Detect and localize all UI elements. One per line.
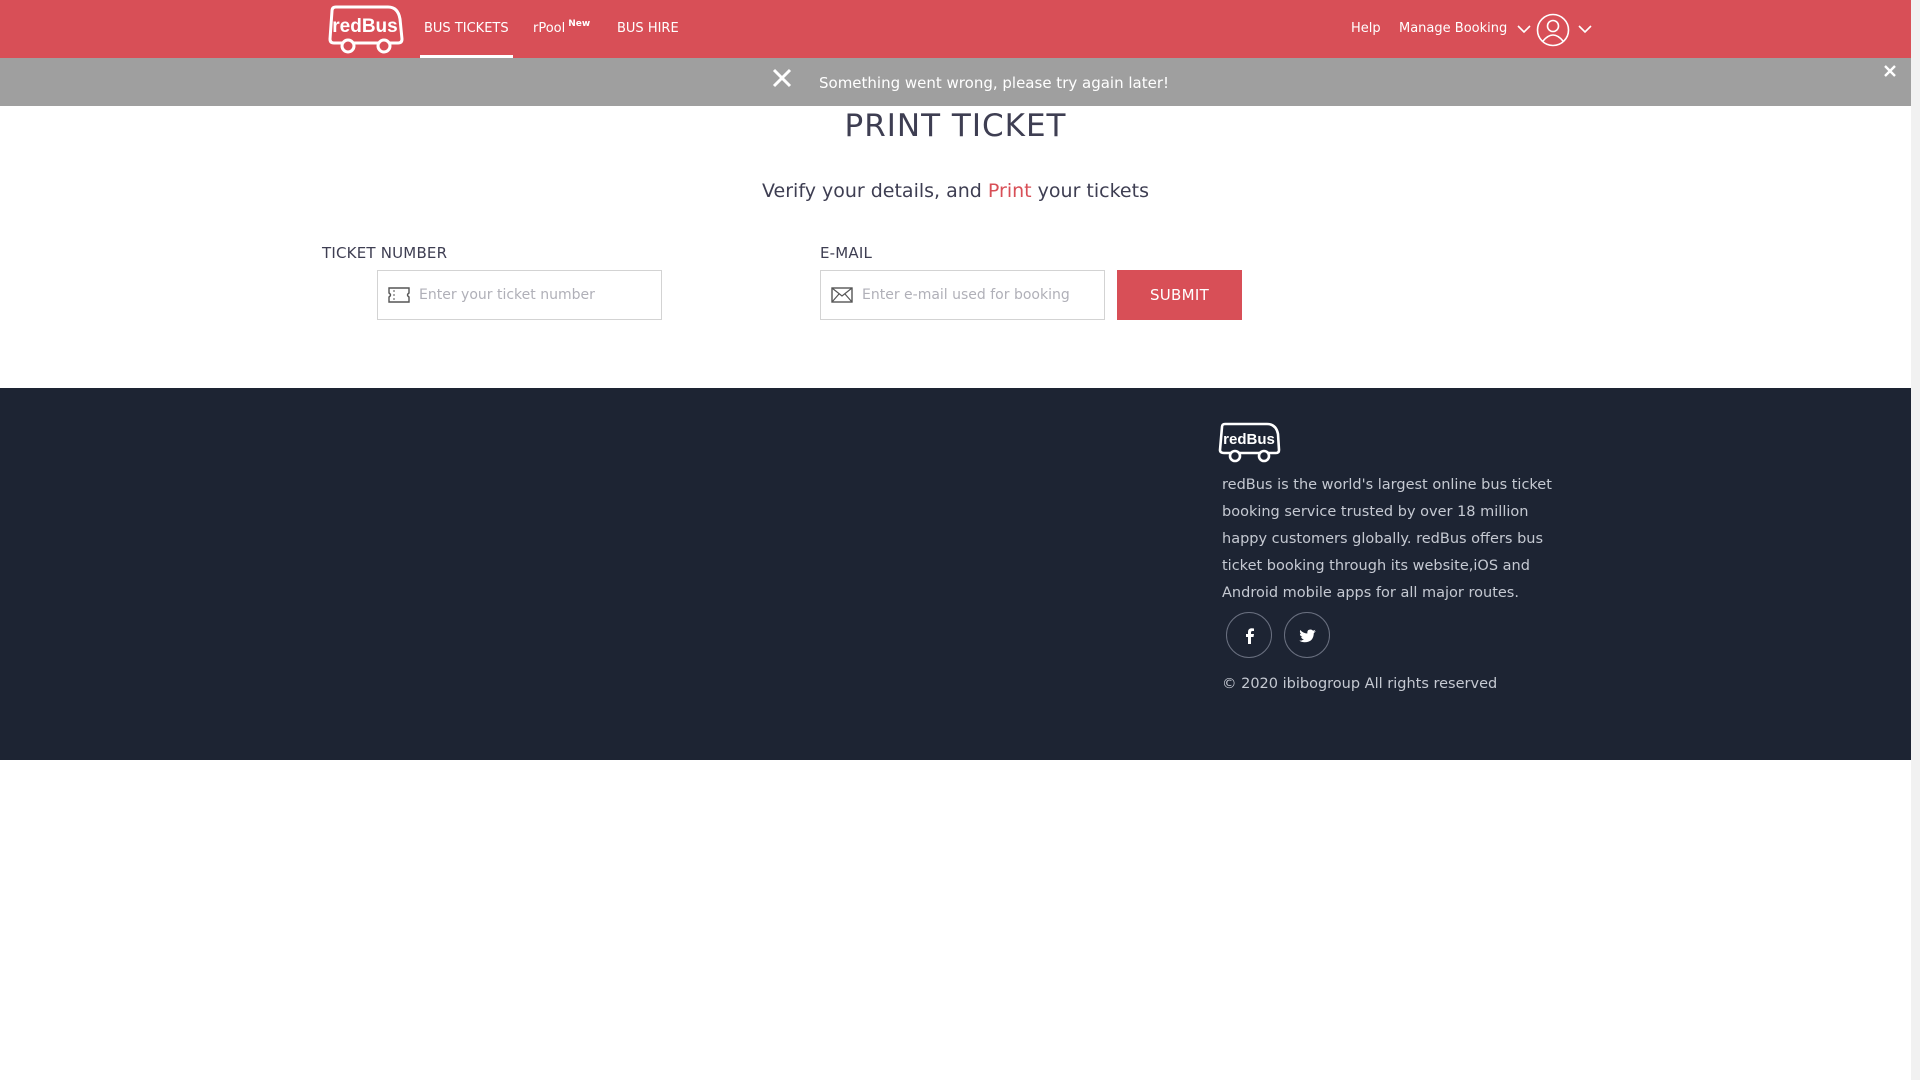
chevron-down-icon	[1578, 25, 1592, 34]
help-label: Help	[1351, 21, 1381, 36]
facebook-button[interactable]	[1226, 612, 1272, 658]
nav-bus-tickets-label: BUS TICKETS	[424, 21, 509, 36]
nav-bus-hire-label: BUS HIRE	[617, 21, 679, 36]
top-navbar: redBus BUS TICKETS rPool New BUS HIRE Hel…	[0, 0, 1911, 58]
help-link[interactable]: Help	[1351, 0, 1381, 58]
footer-about-text: redBus is the world's largest online bus…	[1222, 477, 1552, 601]
profile-menu[interactable]	[1536, 0, 1594, 58]
error-message: Something went wrong, please try again l…	[819, 74, 1170, 92]
email-label: E-MAIL	[820, 244, 873, 262]
nav-bus-tickets[interactable]: BUS TICKETS	[420, 0, 513, 58]
nav-bus-hire[interactable]: BUS HIRE	[617, 0, 679, 58]
copyright-text: © 2020 ibibogroup All rights reserved	[1222, 676, 1498, 692]
subtitle-accent: Print	[987, 180, 1032, 202]
ticket-icon	[388, 287, 410, 303]
manage-booking-label: Manage Booking	[1399, 21, 1508, 36]
error-banner: Something went wrong, please try again l…	[0, 58, 1911, 106]
svg-text:redBus: redBus	[332, 16, 397, 37]
chevron-down-icon	[1517, 24, 1531, 33]
redbus-logo[interactable]: redBus	[1217, 422, 1281, 464]
scrollbar[interactable]	[1911, 0, 1920, 1080]
ticket-number-label: TICKET NUMBER	[322, 244, 448, 262]
new-badge: New	[568, 19, 591, 29]
close-icon[interactable]	[1881, 62, 1899, 80]
subtitle-text-end: your tickets	[1031, 180, 1149, 202]
email-input[interactable]	[862, 271, 1098, 319]
manage-booking-dropdown[interactable]: Manage Booking	[1399, 0, 1531, 58]
ticket-number-input[interactable]	[419, 271, 655, 319]
close-icon[interactable]	[770, 66, 794, 90]
envelope-icon	[831, 287, 853, 303]
footer: redBus redBus is the world's largest onl…	[0, 388, 1911, 760]
user-circle-icon	[1536, 13, 1570, 47]
nav-rpool[interactable]: rPool New	[533, 0, 590, 58]
page: redBus BUS TICKETS rPool New BUS HIRE Hel…	[0, 0, 1911, 1080]
svg-text:redBus: redBus	[1223, 431, 1275, 448]
facebook-icon	[1246, 628, 1254, 644]
ticket-number-field[interactable]	[377, 270, 662, 320]
email-field[interactable]	[820, 270, 1105, 320]
redbus-logo[interactable]: redBus	[326, 5, 404, 55]
twitter-icon	[1299, 629, 1316, 643]
twitter-button[interactable]	[1284, 612, 1330, 658]
nav-rpool-label: rPool	[533, 21, 566, 36]
submit-button[interactable]: SUBMIT	[1117, 270, 1242, 320]
page-subtitle: Verify your details, and Print your tick…	[0, 180, 1911, 202]
page-title: PRINT TICKET	[844, 108, 1067, 144]
subtitle-text: Verify your details, and	[762, 180, 988, 202]
